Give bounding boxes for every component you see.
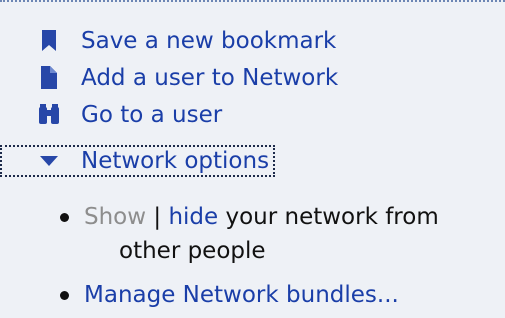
show-network-link[interactable]: Show [84, 204, 146, 230]
save-bookmark-link[interactable]: Save a new bookmark [81, 28, 336, 54]
triangle-down-icon [38, 150, 60, 172]
go-to-user-action[interactable]: Go to a user [38, 96, 338, 133]
bullet [60, 213, 69, 222]
hide-network-link[interactable]: hide [168, 204, 218, 230]
bullet [60, 291, 69, 300]
go-to-user-link[interactable]: Go to a user [81, 102, 222, 128]
separator: | [153, 204, 162, 230]
manage-bundles-link[interactable]: Manage Network bundles... [84, 282, 399, 308]
add-user-icon [38, 65, 60, 91]
add-user-action[interactable]: Add a user to Network [38, 59, 338, 96]
save-bookmark-action[interactable]: Save a new bookmark [38, 22, 338, 59]
visibility-text-line2: other people [119, 238, 266, 264]
add-user-link[interactable]: Add a user to Network [81, 65, 338, 91]
network-options-list: Show | hide your network from other peop… [58, 200, 439, 312]
bookmark-icon [38, 28, 60, 54]
manage-bundles-option: Manage Network bundles... [58, 278, 439, 312]
visibility-option: Show | hide your network from other peop… [58, 200, 439, 268]
network-actions-list: Save a new bookmark Add a user to Networ… [38, 22, 338, 133]
network-options-label[interactable]: Network options [81, 148, 269, 174]
network-options-toggle[interactable]: Network options [0, 145, 276, 177]
top-dotted-divider [0, 0, 505, 2]
visibility-text: your network from [225, 204, 439, 230]
binoculars-icon [38, 102, 60, 128]
